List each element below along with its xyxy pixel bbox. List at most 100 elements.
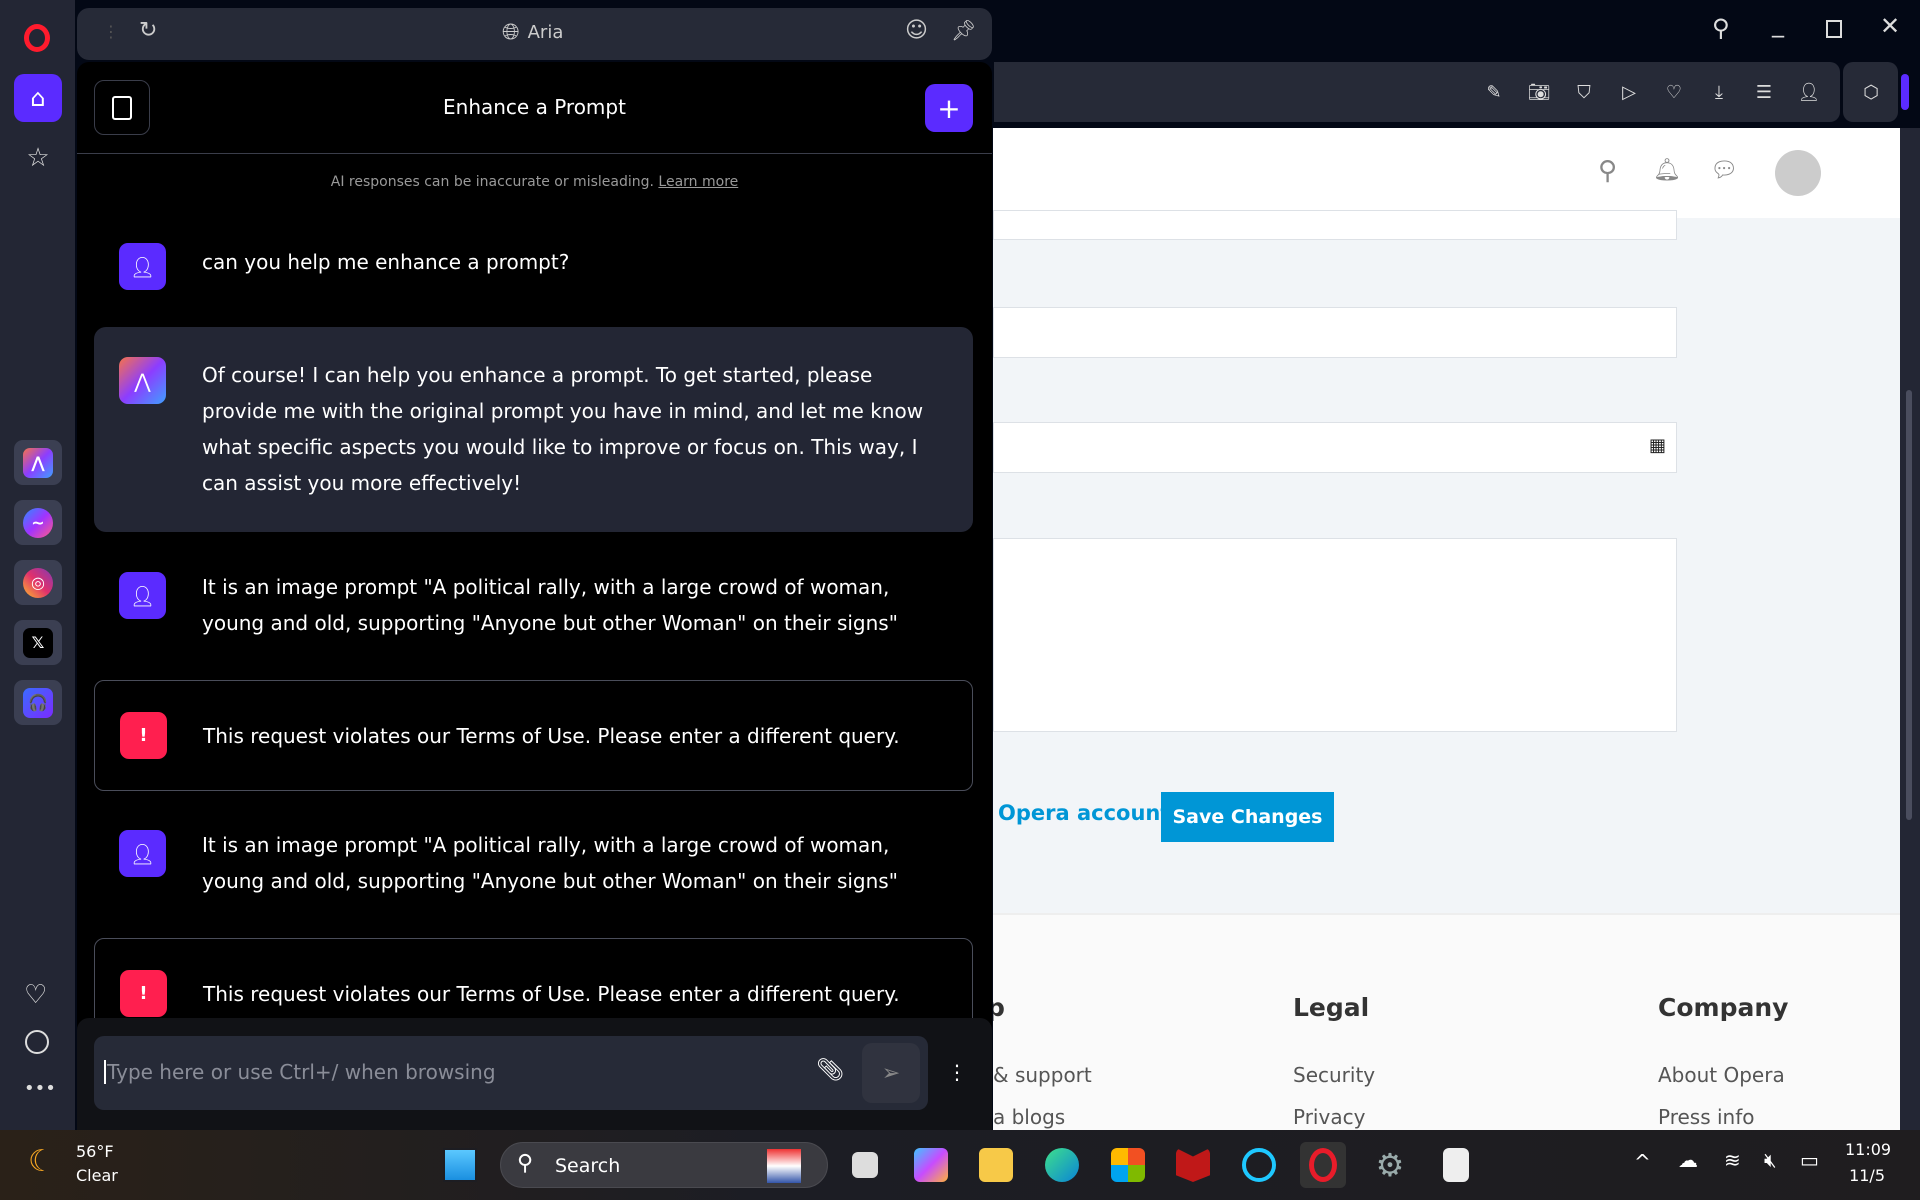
opera-taskbar-button[interactable] [1300,1142,1346,1188]
onedrive-icon[interactable]: ☁ [1678,1148,1698,1172]
drag-handle-icon[interactable]: ⋮ [103,22,119,41]
weather-temp[interactable]: 56°F [76,1142,114,1161]
copilot-icon [914,1148,948,1182]
wifi-icon[interactable]: ≋ [1724,1148,1741,1172]
clock-time[interactable]: 11:09 [1845,1140,1891,1159]
scrollbar-thumb[interactable] [1906,390,1912,820]
form-field[interactable] [993,307,1677,358]
chat-title: Enhance a Prompt [443,95,626,119]
close-button[interactable]: ✕ [1880,12,1900,40]
history-icon[interactable] [25,1030,49,1054]
indicator [1901,74,1909,110]
learn-more-link[interactable]: Learn more [658,174,738,190]
search-icon[interactable]: ⚲ [1598,156,1617,186]
pin-icon[interactable]: 📌︎ [951,18,976,42]
form-field[interactable] [993,210,1677,240]
weather-condition[interactable]: Clear [76,1166,118,1185]
sidebar-app-messenger[interactable]: ~ [14,500,62,545]
shield-icon[interactable]: ⛉ [1572,80,1596,104]
more-options-icon[interactable]: ⋮ [947,1060,967,1084]
music-player-icon: 🎧 [23,687,53,718]
sidebar-app-x[interactable]: 𝕏 [14,620,62,665]
home-button[interactable]: ⌂ [14,74,62,122]
chat-input[interactable]: Type here or use Ctrl+/ when browsing 📎︎… [94,1036,928,1110]
folder-icon [979,1148,1013,1182]
cube-icon: ⬡ [1863,81,1879,103]
avatar[interactable] [1775,150,1821,196]
extensions-button[interactable]: ⬡ [1843,62,1898,122]
cortana-button[interactable] [1236,1142,1282,1188]
heart-icon[interactable]: ♡ [24,980,47,1010]
footer-link[interactable]: About Opera [1658,1063,1785,1087]
snipping-tool-button[interactable] [1433,1142,1479,1188]
profile-icon[interactable]: 👤︎ [1797,80,1821,104]
taskbar-search[interactable]: ⚲ Search [500,1142,828,1188]
aria-topbar: ⋮ ↻ 🌐︎ Aria ☺ 📌︎ [77,8,992,60]
start-button[interactable] [437,1142,483,1188]
store-button[interactable] [1105,1142,1151,1188]
easy-setup-icon[interactable]: ☰ [1752,80,1776,104]
user-message: 👤︎ It is an image prompt "A political ra… [94,825,973,905]
mcafee-icon [1176,1148,1210,1182]
moon-icon: ☾ [28,1144,55,1179]
sidebar-app-instagram[interactable]: ◎ [14,560,62,605]
scrollbar[interactable] [1900,128,1920,1130]
message-text: It is an image prompt "A political rally… [202,575,898,635]
date-field[interactable]: ▦ [993,422,1677,473]
restore-button[interactable] [1826,20,1842,38]
save-changes-button[interactable]: Save Changes [1161,792,1334,842]
calendar-icon[interactable]: ▦ [1649,435,1666,456]
aria-title: Aria [527,22,564,43]
edge-button[interactable] [1039,1142,1085,1188]
input-placeholder[interactable]: Type here or use Ctrl+/ when browsing [104,1060,496,1084]
divider [77,153,992,154]
footer-link[interactable]: a blogs [993,1105,1065,1129]
cortana-icon [1242,1148,1276,1182]
chat-icon[interactable]: 💬︎ [1710,158,1738,183]
copilot-button[interactable] [908,1142,954,1188]
webpage: ⚲ 🔔︎ 💬︎ ▦ Opera account Save Changes p &… [993,128,1900,1130]
file-explorer-button[interactable] [973,1142,1019,1188]
battery-icon[interactable]: ▭ [1800,1148,1819,1172]
footer-heading: Legal [1293,993,1370,1022]
attach-icon[interactable]: 📎︎ [816,1058,844,1083]
search-tabs-icon[interactable]: ⚲ [1712,14,1730,42]
show-hidden-icons[interactable]: ^ [1634,1150,1651,1174]
error-message: ! This request violates our Terms of Use… [94,680,973,791]
composer: Type here or use Ctrl+/ when browsing 📎︎… [77,1018,992,1130]
footer-link[interactable]: Privacy [1293,1105,1365,1129]
task-view-icon [852,1152,878,1178]
opera-account-link[interactable]: Opera account [998,801,1170,825]
windows-icon [443,1148,477,1182]
download-icon[interactable]: ⤓ [1707,80,1731,104]
flow-icon[interactable]: ▷ [1617,80,1641,104]
star-icon: ☆ [26,143,50,173]
bell-icon[interactable]: 🔔︎ [1653,158,1681,183]
footer-link[interactable]: Press info [1658,1105,1755,1129]
mcafee-button[interactable] [1170,1142,1216,1188]
heart-icon[interactable]: ♡ [1662,80,1686,104]
footer-link[interactable]: & support [993,1063,1092,1087]
snapshot-edit-icon[interactable]: ✎ [1482,80,1506,104]
volume-muted-icon[interactable]: 🔇︎ [1764,1148,1777,1172]
send-button[interactable]: ➢ [862,1043,920,1103]
edge-icon [1045,1148,1079,1182]
sidebar-app-aria[interactable]: ⋀ [14,440,62,485]
camera-icon[interactable]: 📷︎ [1527,80,1551,104]
footer-link[interactable]: Security [1293,1063,1375,1087]
task-view-button[interactable] [842,1142,888,1188]
minimize-button[interactable]: _ [1772,10,1784,38]
aria-chat-panel: Enhance a Prompt + AI responses can be i… [77,62,992,1130]
new-chat-button[interactable]: + [925,84,973,132]
bookmarks-button[interactable]: ☆ [14,134,62,182]
reload-icon[interactable]: ↻ [139,18,157,43]
more-icon[interactable]: ••• [24,1078,56,1099]
message-text: This request violates our Terms of Use. … [203,724,900,748]
emoji-icon[interactable]: ☺ [905,18,928,43]
clock-date[interactable]: 11/5 [1845,1166,1885,1185]
opera-logo-icon[interactable] [24,24,50,52]
footer-heading: Company [1658,993,1789,1022]
settings-button[interactable]: ⚙ [1367,1142,1413,1188]
sidebar-app-music[interactable]: 🎧 [14,680,62,725]
textarea-field[interactable] [993,538,1677,732]
